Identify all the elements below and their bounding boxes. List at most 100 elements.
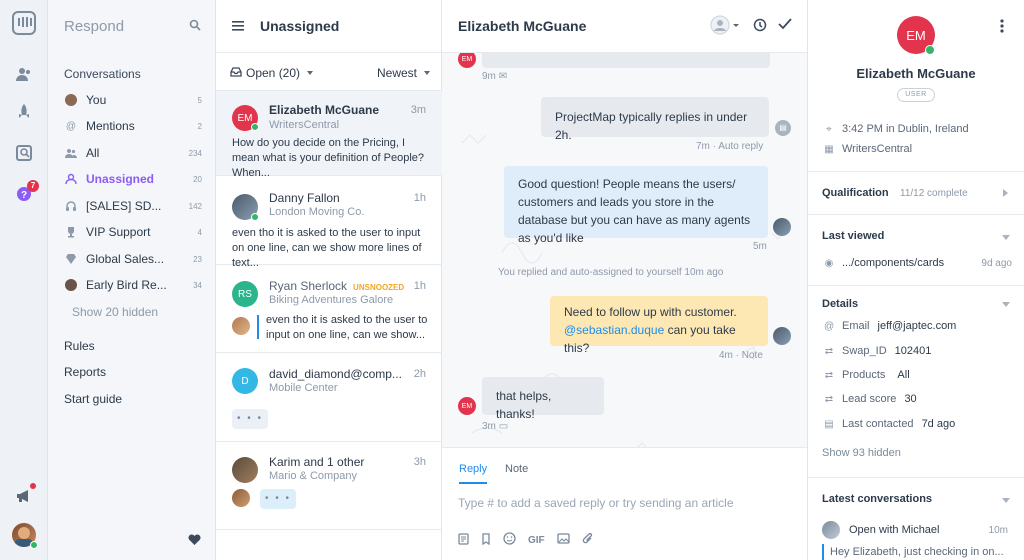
nav-item-label: Mentions [86, 119, 135, 133]
chevron-down-icon [307, 71, 314, 75]
role-badge: USER [897, 88, 935, 102]
mention-link[interactable]: @sebastian.duque [564, 323, 664, 337]
conversation-company: WritersCentral [269, 119, 340, 131]
avatar: EM [458, 397, 476, 415]
list-filter-bar: Open (20) Newest [216, 53, 442, 91]
show-hidden-attributes-link[interactable]: Show 93 hidden [822, 447, 901, 459]
conversation-company: Biking Adventures Galore [269, 294, 394, 306]
admin-avatar [232, 317, 250, 335]
nav-link-rules[interactable]: Rules [64, 339, 95, 353]
thread-title: Elizabeth McGuane [458, 18, 587, 34]
nav-item-unassigned[interactable]: Unassigned 20 [64, 168, 202, 190]
at-icon: @ [65, 120, 77, 132]
status-filter-dropdown[interactable]: Open (20) [230, 66, 314, 80]
inbox-icon[interactable] [12, 141, 36, 165]
list-header: Unassigned [216, 0, 442, 53]
nav-item-label: All [86, 146, 100, 160]
company-row: ▦ WritersCentral [824, 143, 912, 155]
assignment-event: You replied and auto-assigned to yoursel… [498, 267, 724, 278]
heart-icon[interactable] [188, 534, 201, 549]
nav-title: Respond [64, 18, 125, 35]
last-viewed-row: ◉ .../components/cards 9d ago [824, 257, 1012, 269]
conversation-name: Danny Fallon [269, 191, 340, 205]
online-status-dot [251, 123, 259, 131]
intercom-logo-icon[interactable] [12, 11, 36, 35]
company-name[interactable]: WritersCentral [842, 143, 912, 155]
avatar: D [232, 368, 258, 394]
last-viewed-page[interactable]: .../components/cards [842, 257, 973, 269]
nav-item-mentions[interactable]: @ Mentions 2 [64, 115, 202, 137]
nav-item-all[interactable]: All 234 [64, 142, 202, 164]
attribute-key: Last contacted [842, 418, 914, 430]
conversation-item[interactable]: Karim and 1 other 3h Mario & Company • •… [216, 442, 442, 530]
chevron-down-icon[interactable] [1002, 302, 1010, 307]
nav-link-reports[interactable]: Reports [64, 365, 106, 379]
menu-icon[interactable] [232, 20, 244, 34]
svg-text:?: ? [21, 190, 27, 201]
attribute-key: Email [842, 320, 870, 332]
conversation-time: 2h [413, 368, 426, 380]
conversation-name: david_diamond@comp... [269, 367, 402, 381]
nav-item-you[interactable]: You 5 [64, 89, 202, 111]
chevron-down-icon[interactable] [1002, 235, 1010, 240]
admin-avatar [773, 327, 791, 345]
article-icon[interactable] [458, 532, 469, 548]
conversation-list: Unassigned Open (20) Newest EM Elizabeth… [216, 0, 442, 560]
conversation-thread: Elizabeth McGuane EM 9m ✉ ProjectMap typ… [442, 0, 808, 560]
attribute-row: ⇄ Products All [824, 369, 910, 381]
last-viewed-section: Last viewed ◉ .../components/cards 9d ag… [808, 214, 1024, 285]
nav-item-count: 23 [193, 254, 202, 264]
message-meta: 7m · Auto reply [696, 141, 764, 152]
close-conversation-check-icon[interactable] [778, 17, 792, 34]
image-icon[interactable] [557, 533, 570, 547]
nav-item-global-sales[interactable]: Global Sales... 23 [64, 248, 202, 270]
bookmark-icon[interactable] [481, 532, 491, 548]
nav-item-count: 34 [193, 280, 202, 290]
nav-item-early-bird[interactable]: Early Bird Re... 34 [64, 274, 202, 296]
conversation-item[interactable]: D david_diamond@comp... 2h Mobile Center… [216, 353, 442, 442]
last-viewed-time: 9d ago [981, 257, 1012, 269]
note-indicator [257, 315, 259, 339]
latest-conversation-status[interactable]: Open with Michael [849, 524, 940, 536]
nav-item-label: [SALES] SD... [86, 199, 162, 213]
message-bubble-user: that helps, thanks! [482, 377, 604, 421]
building-icon: ▦ [824, 143, 834, 155]
conversation-item[interactable]: Danny Fallon 1h London Moving Co. even t… [216, 176, 442, 269]
conversation-name: Elizabeth McGuane [269, 103, 380, 117]
nav-link-start-guide[interactable]: Start guide [64, 392, 122, 406]
conversations-heading: Conversations [64, 67, 141, 81]
conversation-item[interactable]: RS Ryan Sherlock UNSNOOZED 1h Biking Adve… [216, 265, 442, 353]
list-title: Unassigned [260, 18, 340, 34]
nav-item-sales-sd[interactable]: [SALES] SD... 142 [64, 195, 202, 217]
conversation-time: 3m [410, 104, 426, 116]
email-icon: ✉ [498, 71, 508, 82]
search-icon[interactable] [189, 19, 201, 34]
qualification-section[interactable]: Qualification 11/12 complete [808, 171, 1024, 214]
snooze-clock-icon[interactable] [753, 18, 767, 35]
conversation-item[interactable]: EM Elizabeth McGuane 3m WritersCentral H… [216, 91, 442, 179]
gif-button[interactable]: GIF [528, 535, 545, 546]
calendar-icon: ▤ [824, 418, 834, 430]
nav-panel: Respond Conversations You 5 @ Mentions 2… [48, 0, 216, 560]
assignee-dropdown[interactable] [710, 15, 740, 38]
sort-dropdown[interactable]: Newest [377, 66, 430, 80]
attachment-icon[interactable] [582, 532, 594, 548]
nav-item-count: 2 [197, 121, 202, 131]
tab-note[interactable]: Note [505, 463, 528, 475]
headset-icon [64, 199, 78, 213]
show-hidden-link[interactable]: Show 20 hidden [72, 305, 158, 319]
emoji-icon[interactable] [503, 532, 516, 548]
attribute-row: ▤ Last contacted 7d ago [824, 418, 955, 430]
rocket-icon[interactable] [12, 100, 36, 124]
last-viewed-label: Last viewed [822, 230, 885, 242]
more-options-icon[interactable] [1000, 19, 1004, 36]
admin-avatar [232, 489, 250, 507]
chevron-down-icon[interactable] [1002, 498, 1010, 503]
avatar: RS [232, 281, 258, 307]
contacts-icon[interactable] [12, 62, 36, 86]
reply-input[interactable]: Type # to add a saved reply or try sendi… [458, 496, 734, 510]
message-time: 3m [482, 421, 496, 432]
chat-icon: ▭ [498, 421, 509, 432]
nav-item-vip-support[interactable]: VIP Support 4 [64, 221, 202, 243]
tab-reply[interactable]: Reply [459, 463, 488, 484]
